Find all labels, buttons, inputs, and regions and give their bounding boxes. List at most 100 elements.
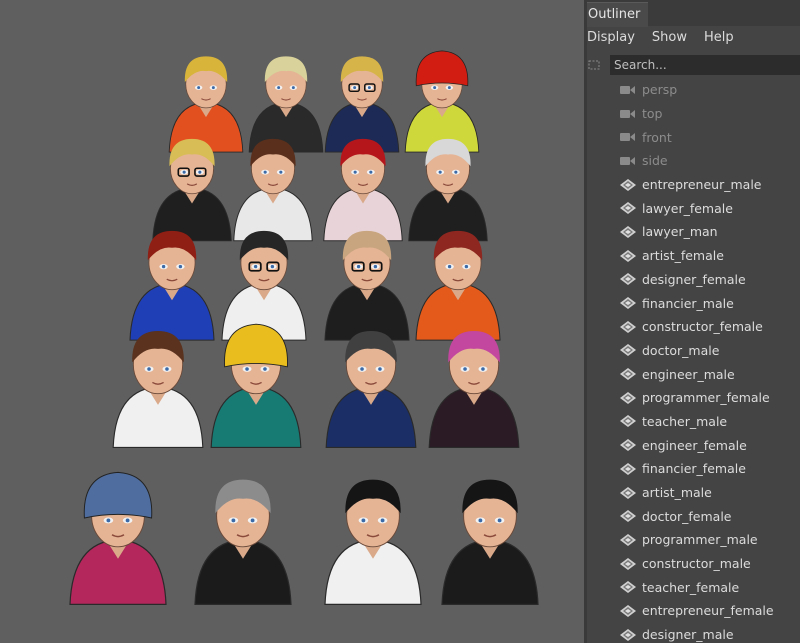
outliner-item-object[interactable]: engineer_male <box>587 362 800 386</box>
outliner-item-object[interactable]: doctor_male <box>587 339 800 363</box>
outliner-item-camera[interactable]: front <box>587 125 800 149</box>
mesh-transform-icon <box>620 533 636 546</box>
outliner-item-object[interactable]: constructor_female <box>587 315 800 339</box>
character-model[interactable] <box>129 230 215 341</box>
character-model[interactable] <box>324 230 410 341</box>
outliner-panel: Outliner Display Show Help persp top front… <box>587 0 800 643</box>
camera-icon <box>620 155 636 167</box>
character-model[interactable] <box>324 479 422 606</box>
mesh-transform-icon <box>620 391 636 404</box>
character-model[interactable] <box>69 471 167 606</box>
mesh-transform-icon <box>620 178 636 191</box>
character-scene[interactable] <box>0 0 584 643</box>
outliner-item-object[interactable]: entrepreneur_female <box>587 599 800 623</box>
outliner-item-label: designer_female <box>642 271 746 287</box>
outliner-item-label: engineer_female <box>642 437 747 453</box>
3d-viewport[interactable] <box>0 0 584 643</box>
character-model[interactable] <box>248 56 324 153</box>
outliner-item-object[interactable]: designer_male <box>587 623 800 643</box>
outliner-item-object[interactable]: lawyer_man <box>587 220 800 244</box>
camera-icon <box>620 108 636 120</box>
mesh-transform-icon <box>620 415 636 428</box>
mesh-transform-icon <box>620 486 636 499</box>
outliner-item-label: constructor_female <box>642 319 763 335</box>
character-model[interactable] <box>233 138 313 242</box>
outliner-item-label: doctor_male <box>642 342 720 358</box>
outliner-item-label: top <box>642 106 663 122</box>
outliner-item-object[interactable]: constructor_male <box>587 552 800 576</box>
outliner-item-object[interactable]: artist_female <box>587 244 800 268</box>
menu-show[interactable]: Show <box>652 30 687 45</box>
outliner-item-object[interactable]: engineer_female <box>587 433 800 457</box>
character-model[interactable] <box>194 479 292 606</box>
outliner-item-object[interactable]: doctor_female <box>587 504 800 528</box>
outliner-item-label: side <box>642 153 668 169</box>
outliner-item-camera[interactable]: top <box>587 102 800 126</box>
outliner-item-label: doctor_female <box>642 508 732 524</box>
mesh-transform-icon <box>620 462 636 475</box>
menu-help[interactable]: Help <box>704 30 734 45</box>
outliner-item-label: programmer_female <box>642 390 770 406</box>
character-model[interactable] <box>324 56 400 153</box>
outliner-item-label: front <box>642 129 672 145</box>
character-model[interactable] <box>408 138 488 242</box>
outliner-item-label: lawyer_female <box>642 200 733 216</box>
outliner-item-object[interactable]: teacher_male <box>587 410 800 434</box>
outliner-tab[interactable]: Outliner <box>587 2 649 27</box>
menu-display[interactable]: Display <box>587 30 635 45</box>
outliner-item-label: teacher_male <box>642 413 728 429</box>
outliner-menubar: Display Show Help <box>587 26 800 48</box>
outliner-item-label: programmer_male <box>642 532 758 548</box>
outliner-item-object[interactable]: designer_female <box>587 268 800 292</box>
search-input[interactable] <box>610 55 800 75</box>
outliner-item-object[interactable]: programmer_female <box>587 386 800 410</box>
character-model[interactable] <box>404 50 480 153</box>
camera-icon <box>620 131 636 143</box>
mesh-transform-icon <box>620 273 636 286</box>
outliner-item-label: teacher_female <box>642 579 740 595</box>
mesh-transform-icon <box>620 249 636 262</box>
outliner-item-label: financier_female <box>642 461 746 477</box>
character-model[interactable] <box>441 479 539 606</box>
mesh-transform-icon <box>620 628 636 641</box>
mesh-transform-icon <box>620 368 636 381</box>
outliner-item-label: lawyer_man <box>642 224 718 240</box>
outliner-item-label: artist_male <box>642 485 712 501</box>
outliner-item-label: persp <box>642 82 678 98</box>
camera-icon <box>620 84 636 96</box>
character-model[interactable] <box>152 138 232 242</box>
character-model[interactable] <box>112 330 204 449</box>
outliner-item-object[interactable]: financier_female <box>587 457 800 481</box>
outliner-item-object[interactable]: entrepreneur_male <box>587 173 800 197</box>
mesh-transform-icon <box>620 557 636 570</box>
character-model[interactable] <box>323 138 403 242</box>
mesh-transform-icon <box>620 510 636 523</box>
character-model[interactable] <box>210 323 302 449</box>
outliner-item-object[interactable]: teacher_female <box>587 575 800 599</box>
character-model[interactable] <box>428 330 520 449</box>
outliner-item-camera[interactable]: side <box>587 149 800 173</box>
search-row <box>587 53 800 79</box>
mesh-transform-icon <box>620 202 636 215</box>
outliner-item-label: constructor_male <box>642 556 751 572</box>
mesh-transform-icon <box>620 439 636 452</box>
mesh-transform-icon <box>620 344 636 357</box>
character-model[interactable] <box>325 330 417 449</box>
character-model[interactable] <box>415 230 501 341</box>
outliner-item-camera[interactable]: persp <box>587 78 800 102</box>
character-model[interactable] <box>168 56 244 153</box>
character-model[interactable] <box>221 230 307 341</box>
outliner-item-object[interactable]: financier_male <box>587 291 800 315</box>
outliner-item-label: artist_female <box>642 248 724 264</box>
outliner-item-object[interactable]: lawyer_female <box>587 196 800 220</box>
mesh-transform-icon <box>620 604 636 617</box>
outliner-item-label: designer_male <box>642 627 734 643</box>
mesh-transform-icon <box>620 581 636 594</box>
outliner-item-label: financier_male <box>642 295 734 311</box>
search-filter-icon[interactable] <box>587 57 601 73</box>
outliner-item-label: entrepreneur_male <box>642 177 762 193</box>
mesh-transform-icon <box>620 297 636 310</box>
outliner-item-object[interactable]: artist_male <box>587 481 800 505</box>
outliner-item-object[interactable]: programmer_male <box>587 528 800 552</box>
outliner-item-list: persp top front side entrepreneur_malelawyer… <box>587 78 800 643</box>
